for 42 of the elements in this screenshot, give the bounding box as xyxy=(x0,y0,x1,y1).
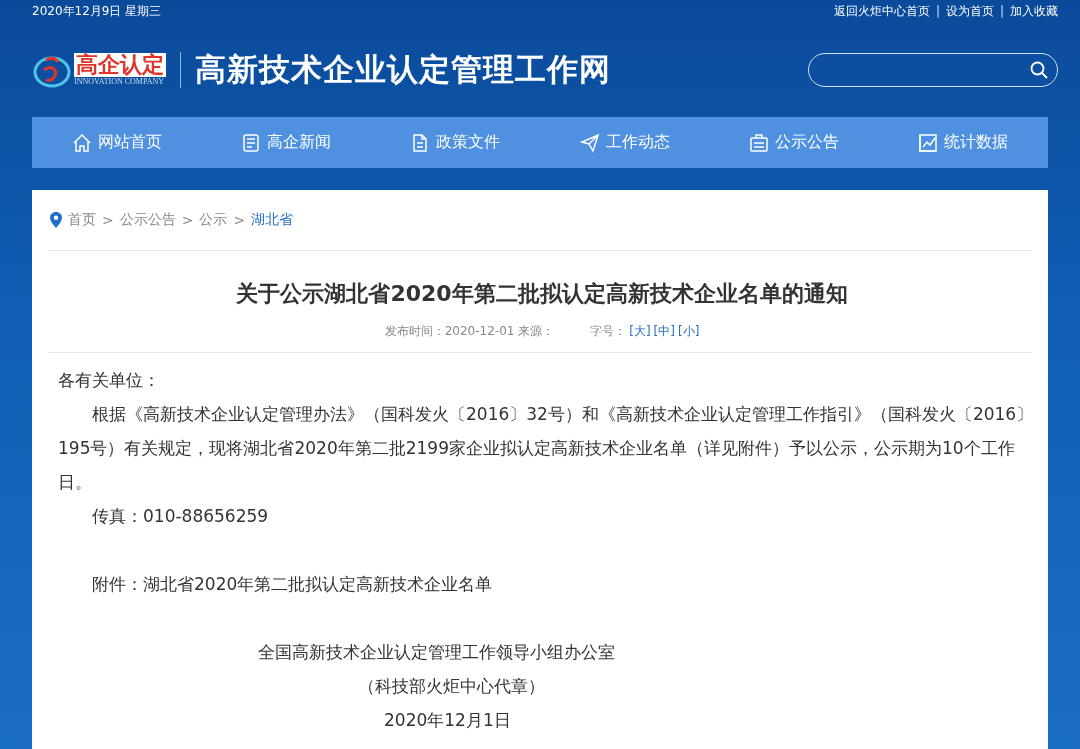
breadcrumb-link[interactable]: 首页 xyxy=(68,211,96,229)
signature-line: 全国高新技术企业认定管理工作领导小组办公室 xyxy=(257,641,616,664)
article-title: 关于公示湖北省2020年第二批拟认定高新技术企业名单的通知 xyxy=(235,280,849,308)
clipboard-icon xyxy=(748,132,769,153)
publish-info: 发布时间：2020-12-01 来源： xyxy=(384,324,555,338)
top-link[interactable]: 设为首页 xyxy=(945,2,994,20)
breadcrumb-link[interactable]: 公示公告 xyxy=(119,211,176,229)
breadcrumb-link[interactable]: 湖北省 xyxy=(251,211,294,229)
nav-item[interactable]: 公示公告 xyxy=(748,132,839,153)
font-size-label: 字号： xyxy=(590,324,627,338)
home-icon xyxy=(71,132,92,153)
breadcrumb-separator: > xyxy=(233,212,246,228)
font-size-link[interactable]: [小] xyxy=(677,324,700,338)
top-link[interactable]: 加入收藏 xyxy=(1010,2,1058,20)
signature-line: 2020年12月1日 xyxy=(383,709,512,732)
logo-text: 高企认定 xyxy=(74,53,166,77)
separator-text: | xyxy=(935,4,940,18)
chart-icon xyxy=(918,132,939,153)
salutation-text: 各有关单位： xyxy=(58,369,161,392)
separator-text: | xyxy=(999,4,1004,18)
nav-item[interactable]: 网站首页 xyxy=(71,132,162,153)
font-size-link[interactable]: [中] xyxy=(653,324,675,338)
nav-item[interactable]: 政策文件 xyxy=(410,132,501,153)
nav-item[interactable]: 统计数据 xyxy=(918,132,1009,153)
top-link[interactable]: 返回火炬中心首页 xyxy=(833,2,930,20)
document-icon xyxy=(241,132,261,153)
breadcrumb-separator: > xyxy=(181,212,194,228)
logo-subtext: INNOVATION COMPANY xyxy=(74,77,165,86)
nav-item[interactable]: 高企新闻 xyxy=(241,132,331,153)
nav-item[interactable]: 工作动态 xyxy=(579,132,670,153)
search-icon[interactable] xyxy=(1029,59,1049,80)
location-pin-icon xyxy=(50,212,62,228)
fax-text: 传真：010-88656259 xyxy=(91,505,270,528)
attachment-text: 附件：湖北省2020年第二批拟认定高新技术企业名单 xyxy=(91,573,494,596)
date-text: 2020年12月9日 星期三 xyxy=(32,2,162,20)
body-paragraph: 根据《高新技术企业认定管理办法》（国科发火〔2016〕32号）和《高新技术企业认定管理工作指引》（国科发火〔2016〕195号）有关规定，现将湖北省2020年第二批2199家企业拟认定高新技术企业名单（详见附件）予以公示，公示期为10个工作日。 xyxy=(58,403,1035,494)
font-size-link[interactable]: [大] xyxy=(629,324,651,338)
paper-plane-icon xyxy=(579,132,600,153)
breadcrumb-separator: > xyxy=(102,212,114,228)
signature-line: （科技部火炬中心代章） xyxy=(357,675,546,698)
site-title: 高新技术企业认定管理工作网 xyxy=(195,49,611,89)
breadcrumb-link[interactable]: 公示 xyxy=(199,211,228,229)
